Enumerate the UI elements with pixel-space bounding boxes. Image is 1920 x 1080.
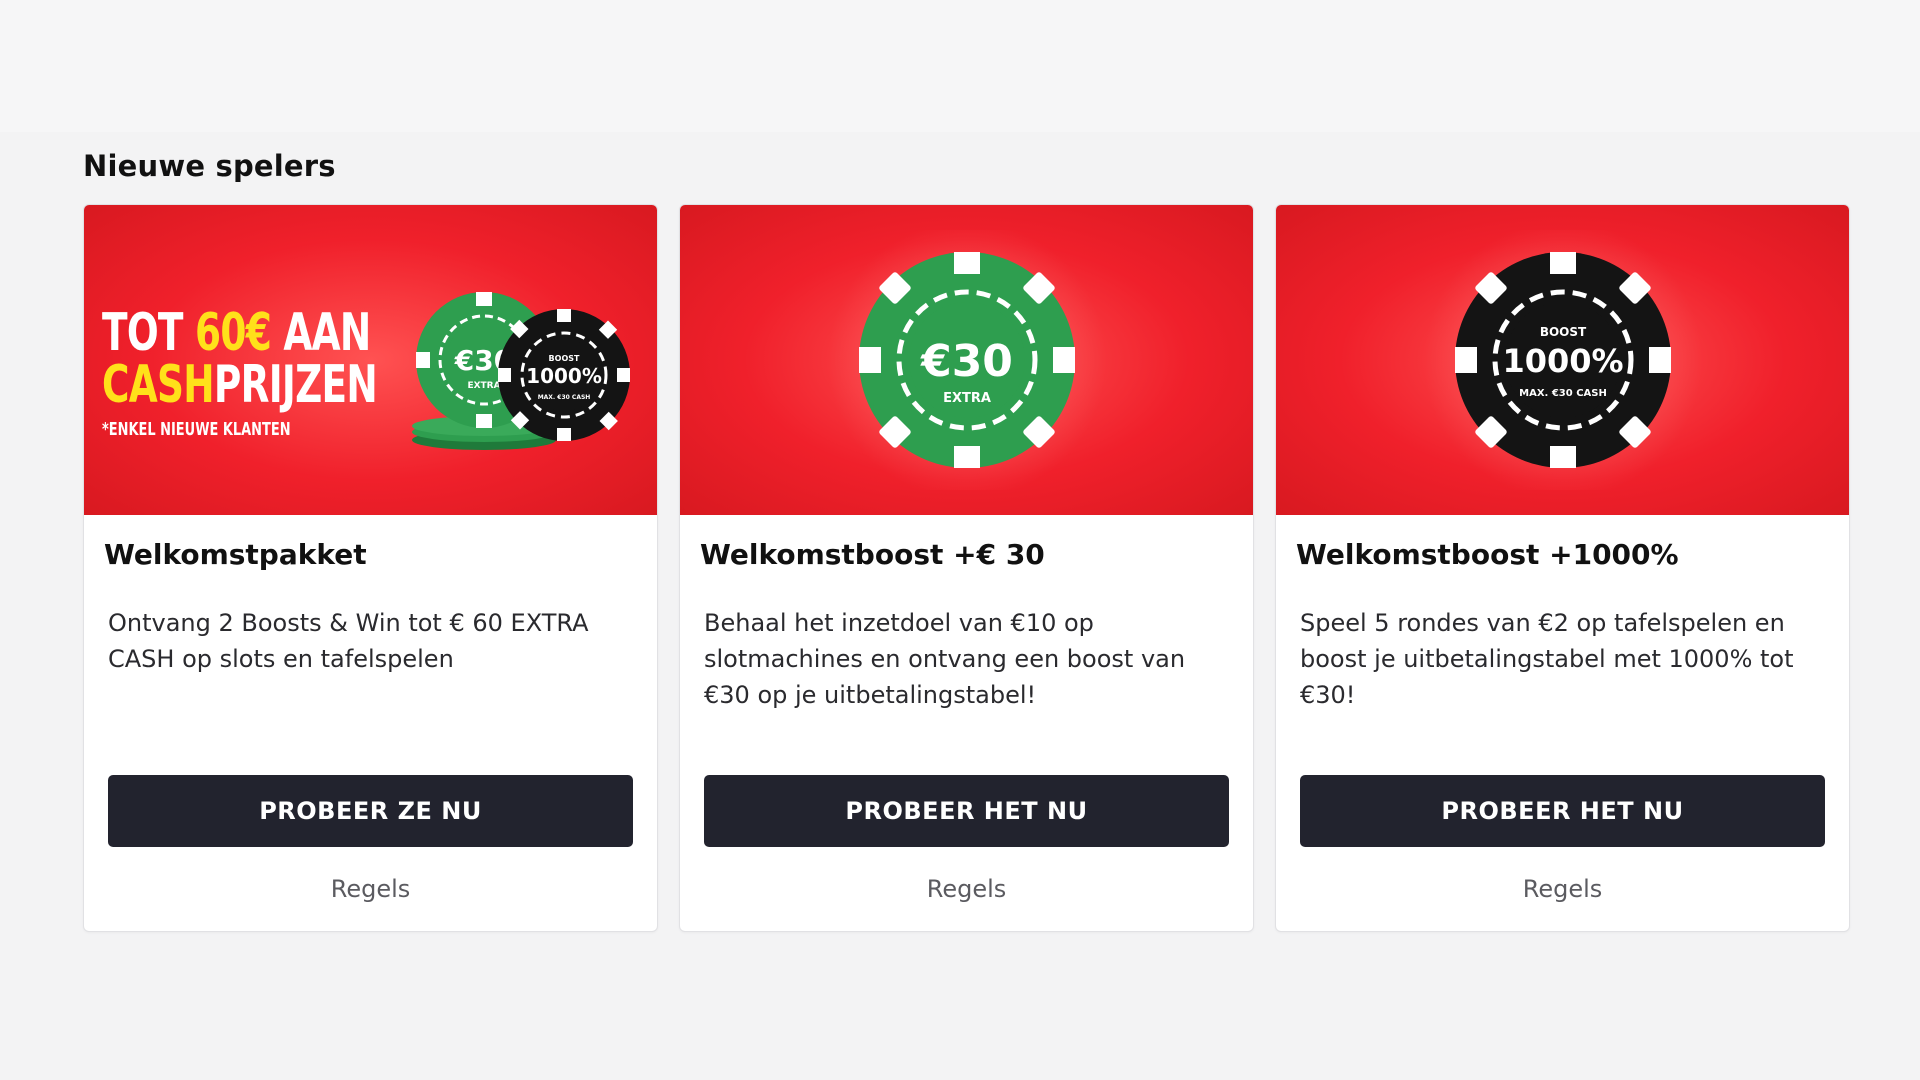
- card-title: Welkomstboost +1000%: [1296, 538, 1679, 571]
- svg-text:MAX. €30 CASH: MAX. €30 CASH: [538, 394, 591, 401]
- try-now-button[interactable]: PROBEER HET NU: [704, 775, 1229, 847]
- top-strip: [0, 0, 1920, 132]
- card-title: Welkomstboost +€ 30: [700, 538, 1045, 571]
- svg-text:1000%: 1000%: [1502, 342, 1623, 380]
- try-now-button[interactable]: PROBEER HET NU: [1300, 775, 1825, 847]
- svg-text:EXTRA: EXTRA: [467, 381, 500, 391]
- promo-headline-line1: TOT 60€ AAN: [102, 303, 371, 363]
- promo-card-welkomstboost-1000[interactable]: BOOST 1000% MAX. €30 CASH Welkomstboost …: [1275, 204, 1850, 932]
- try-now-button[interactable]: PROBEER ZE NU: [108, 775, 633, 847]
- svg-text:BOOST: BOOST: [549, 354, 580, 363]
- svg-text:€30: €30: [920, 336, 1013, 387]
- promo-card-welkomstpakket[interactable]: TOT 60€ AAN CASHPRIJZEN *ENKEL NIEUWE KL…: [83, 204, 658, 932]
- svg-text:MAX. €30 CASH: MAX. €30 CASH: [1519, 388, 1607, 399]
- card-title: Welkomstpakket: [104, 538, 367, 571]
- card-description: Behaal het inzetdoel van €10 op slotmach…: [704, 609, 1186, 709]
- promo-headline-line2: CASHPRIJZEN: [102, 355, 378, 415]
- section-title: Nieuwe spelers: [83, 149, 336, 183]
- promo-banner: €30 EXTRA: [680, 205, 1253, 515]
- chip-stack-icon: €30 EXTRA BOOST 1000% MAX. €30 CASH: [412, 292, 630, 450]
- svg-text:BOOST: BOOST: [1540, 325, 1587, 339]
- promo-banner: BOOST 1000% MAX. €30 CASH: [1276, 205, 1849, 515]
- promo-banner: TOT 60€ AAN CASHPRIJZEN *ENKEL NIEUWE KL…: [84, 205, 657, 515]
- svg-text:EXTRA: EXTRA: [943, 391, 991, 406]
- rules-link[interactable]: Regels: [84, 875, 657, 903]
- card-description: Ontvang 2 Boosts & Win tot € 60 EXTRA CA…: [108, 609, 589, 673]
- rules-link[interactable]: Regels: [1276, 875, 1849, 903]
- promo-footnote: *ENKEL NIEUWE KLANTEN: [102, 419, 291, 440]
- promo-card-list: TOT 60€ AAN CASHPRIJZEN *ENKEL NIEUWE KL…: [83, 204, 1850, 932]
- svg-text:1000%: 1000%: [526, 364, 602, 388]
- rules-link[interactable]: Regels: [680, 875, 1253, 903]
- black-chip-icon: BOOST 1000% MAX. €30 CASH: [1455, 252, 1671, 468]
- card-description: Speel 5 rondes van €2 op tafelspelen en …: [1300, 609, 1794, 709]
- green-chip-icon: €30 EXTRA: [859, 252, 1075, 468]
- promo-card-welkomstboost-30[interactable]: €30 EXTRA Welkomstboost +€ 30 Behaal het…: [679, 204, 1254, 932]
- promo-headline: TOT 60€ AAN CASHPRIJZEN *ENKEL NIEUWE KL…: [102, 303, 378, 440]
